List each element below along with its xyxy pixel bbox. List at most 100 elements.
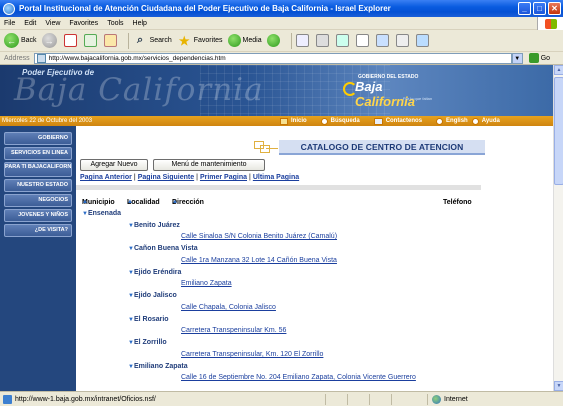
research-button[interactable]: [375, 34, 391, 47]
vertical-scrollbar[interactable]: ▲ ▼: [553, 65, 563, 391]
discuss-button[interactable]: [355, 34, 371, 47]
municipio-ensenada[interactable]: ▼Ensenada: [82, 210, 121, 217]
sidebar-item-jovenes[interactable]: JOVENES Y NIÑOS: [4, 209, 72, 222]
list-item[interactable]: ▼Ejido Jalisco: [128, 292, 177, 299]
mail-button[interactable]: [295, 34, 311, 47]
first-page-link[interactable]: Primer Pagina: [200, 174, 247, 181]
menu-file[interactable]: File: [4, 20, 15, 27]
sidebar-item-nuestro-estado[interactable]: NUESTRO ESTADO: [4, 179, 72, 192]
messenger-button[interactable]: [395, 34, 411, 47]
toolbar: ← Back → ⌕ Search ★ Favorites Media: [0, 30, 563, 52]
menu-help[interactable]: Help: [133, 20, 147, 27]
address-link[interactable]: Calle 1ra Manzana 32 Lote 14 Cañón Buena…: [181, 257, 337, 264]
edit-button[interactable]: [335, 34, 351, 47]
address-link[interactable]: Emiliano Zapata: [181, 280, 232, 287]
forward-button[interactable]: →: [41, 33, 59, 48]
next-page-link[interactable]: Pagina Siguiente: [138, 174, 194, 181]
search-label: Search: [149, 37, 172, 44]
media-label: Media: [242, 37, 262, 44]
banner-subtitle: Poder Ejecutivo de: [22, 68, 95, 77]
address-input[interactable]: http://www.bajacalifornia.gob.mx/servici…: [33, 52, 512, 64]
nav-inicio[interactable]: Inicio: [280, 117, 307, 125]
scroll-up-icon[interactable]: ▲: [554, 65, 563, 75]
catalog-title: CATALOGO DE CENTRO DE ATENCION: [279, 140, 485, 155]
address-bar: Address http://www.bajacalifornia.gob.mx…: [0, 52, 563, 65]
media-button[interactable]: Media: [227, 34, 262, 47]
zone-label: Internet: [444, 395, 468, 403]
favorites-button[interactable]: ★ Favorites: [177, 33, 223, 48]
window-controls: _ □ ✕: [518, 2, 561, 15]
last-page-link[interactable]: Ultima Pagina: [253, 174, 299, 181]
current-date: Miercoles 22 de Octubre del 2003: [2, 118, 93, 124]
main-panel: CATALOGO DE CENTRO DE ATENCION Agregar N…: [76, 126, 553, 391]
address-link[interactable]: Carretera Transpeninsular, Km. 120 El Zo…: [181, 351, 323, 358]
history-icon: [266, 34, 280, 47]
discuss-icon: [355, 34, 369, 47]
back-button[interactable]: ← Back: [4, 33, 37, 48]
maximize-button[interactable]: □: [533, 2, 546, 15]
history-button[interactable]: [266, 34, 282, 47]
refresh-icon: [83, 34, 97, 47]
address-link[interactable]: Calle Chapala, Colonia Jalisco: [181, 304, 276, 311]
list-item[interactable]: ▼El Rosario: [128, 316, 169, 323]
back-label: Back: [21, 37, 37, 44]
menu-edit[interactable]: Edit: [24, 20, 36, 27]
close-button[interactable]: ✕: [548, 2, 561, 15]
menu-bar: File Edit View Favorites Tools Help: [0, 17, 563, 30]
favorites-label: Favorites: [193, 37, 223, 44]
sort-up-icon: ▲: [82, 199, 88, 205]
mail-icon: [295, 34, 309, 47]
extra-icon: [415, 34, 429, 47]
left-sidebar: GOBIERNO SERVICIOS EN LINEA PARA TI BAJA…: [0, 126, 76, 391]
search-button[interactable]: ⌕ Search: [133, 33, 172, 48]
nav-ayuda[interactable]: Ayuda: [471, 117, 500, 125]
menu-favorites[interactable]: Favorites: [69, 20, 98, 27]
sidebar-item-de-visita[interactable]: ¿DE VISITA?: [4, 224, 72, 237]
list-item[interactable]: ▼Ejido Eréndira: [128, 269, 181, 276]
stop-icon: [63, 34, 77, 47]
sidebar-item-servicios[interactable]: SERVICIOS EN LINEA: [4, 147, 72, 160]
back-arrow-icon: ←: [4, 33, 19, 48]
refresh-button[interactable]: [83, 34, 99, 47]
home-icon: [103, 34, 117, 47]
top-nav-strip: Miercoles 22 de Octubre del 2003 Inicio …: [0, 116, 553, 126]
prev-page-link[interactable]: Pagina Anterior: [80, 174, 132, 181]
nav-busqueda[interactable]: Búsqueda: [320, 117, 360, 125]
nav-contactenos[interactable]: Contactenos: [373, 117, 422, 125]
scrollbar-thumb[interactable]: [554, 77, 563, 185]
stop-button[interactable]: [63, 34, 79, 47]
minimize-button[interactable]: _: [518, 2, 531, 15]
messenger-icon: [395, 34, 409, 47]
media-icon: [227, 34, 241, 47]
print-button[interactable]: [315, 34, 331, 47]
menu-tools[interactable]: Tools: [107, 20, 123, 27]
address-link[interactable]: Carretera Transpeninsular Km. 56: [181, 327, 286, 334]
sort-up-icon: ▲: [172, 199, 178, 205]
address-dropdown-icon[interactable]: ▼: [511, 52, 523, 64]
list-item[interactable]: ▼Benito Juárez: [128, 222, 180, 229]
menu-view[interactable]: View: [45, 20, 60, 27]
list-item[interactable]: ▼Emiliano Zapata: [128, 363, 188, 370]
ie-icon: [3, 2, 15, 15]
list-item[interactable]: ▼El Zorrillo: [128, 339, 167, 346]
scroll-down-icon[interactable]: ▼: [554, 381, 563, 391]
go-button[interactable]: Go: [528, 53, 550, 63]
maintenance-menu-button[interactable]: Menú de mantenimiento: [153, 159, 265, 171]
catalog-icon: [252, 139, 278, 155]
address-url: http://www.bajacalifornia.gob.mx/servici…: [48, 54, 226, 62]
address-link[interactable]: Calle Sinaloa S/N Colonia Benito Juárez …: [181, 233, 337, 240]
banner-background-text: Baja California: [14, 72, 264, 108]
sidebar-item-para-ti[interactable]: PARA TI BAJACALIFORNIANO: [4, 162, 72, 177]
home-button[interactable]: [103, 34, 119, 47]
sidebar-item-gobierno[interactable]: GOBIERNO: [4, 132, 72, 145]
address-link[interactable]: Calle 16 de Septiembre No. 204 Emiliano …: [181, 374, 416, 381]
list-item[interactable]: ▼Cañon Buena Vista: [128, 245, 198, 252]
search-icon: [320, 117, 328, 125]
pagination: Pagina Anterior | Pagina Siguiente | Primer …: [80, 174, 300, 181]
forward-arrow-icon: →: [41, 33, 57, 48]
nav-english[interactable]: English: [436, 117, 468, 125]
add-new-button[interactable]: Agregar Nuevo: [80, 159, 148, 171]
sidebar-item-negocios[interactable]: NEGOCIOS: [4, 194, 72, 207]
extra-button[interactable]: [415, 34, 431, 47]
baja-california-logo[interactable]: GOBIERNO DEL ESTADO Baja California Por …: [343, 74, 443, 109]
